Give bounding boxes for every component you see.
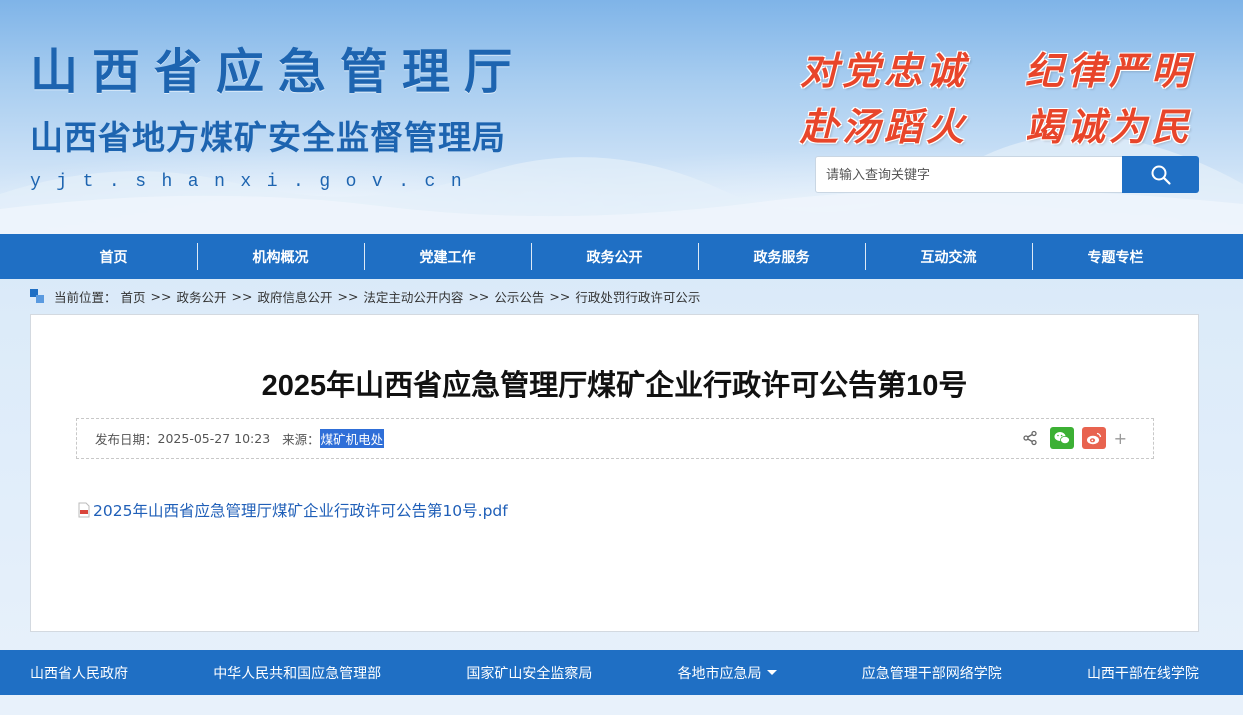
breadcrumb-separator: >>: [150, 288, 172, 304]
attachment-link[interactable]: 2025年山西省应急管理厅煤矿企业行政许可公告第10号.pdf: [77, 499, 508, 521]
pdf-icon: [78, 502, 90, 518]
slogan-3: 赴汤蹈火: [800, 104, 969, 149]
footer-link-emergency-academy[interactable]: 应急管理干部网络学院: [862, 663, 1002, 683]
footer-link-city-emergency-dropdown[interactable]: 各地市应急局: [678, 663, 777, 683]
weibo-icon[interactable]: [1081, 427, 1106, 449]
breadcrumb-announcements[interactable]: 公示公告: [494, 287, 544, 306]
breadcrumb-penalty-license[interactable]: 行政处罚行政许可公示: [575, 287, 700, 306]
footer-link-city-emergency: 各地市应急局: [677, 665, 762, 682]
breadcrumb-gov-info[interactable]: 政府信息公开: [257, 287, 332, 306]
article-meta: 发布日期： 2025-05-27 10:23 来源： 煤矿机电处 +: [76, 418, 1154, 459]
date-label: 发布日期：: [95, 432, 158, 447]
footer-link-mem[interactable]: 中华人民共和国应急管理部: [213, 663, 381, 683]
site-url: yjt.shanxi.gov.cn: [30, 172, 478, 192]
footer-link-shanxi-gov[interactable]: 山西省人民政府: [30, 663, 128, 683]
breadcrumb-home[interactable]: 首页: [121, 287, 146, 306]
search-input[interactable]: [815, 156, 1123, 193]
share-icon[interactable]: [1018, 427, 1042, 449]
breadcrumb-separator: >>: [468, 288, 490, 304]
breadcrumb-separator: >>: [549, 288, 571, 304]
article-card: 2025年山西省应急管理厅煤矿企业行政许可公告第10号 发布日期： 2025-0…: [30, 314, 1199, 632]
breadcrumb-statutory-content[interactable]: 法定主动公开内容: [363, 287, 463, 306]
nav-item-government-affairs[interactable]: 政务公开: [531, 234, 698, 279]
nav-item-party-building[interactable]: 党建工作: [364, 234, 531, 279]
slogan-4: 竭诚为民: [1025, 104, 1194, 149]
source-label: 来源：: [282, 432, 320, 447]
breadcrumb: 当前位置： 首页 >> 政务公开 >> 政府信息公开 >> 法定主动公开内容 >…: [30, 287, 700, 305]
breadcrumb-prefix: 当前位置：: [54, 289, 117, 305]
footer-link-shanxi-cadre-online[interactable]: 山西干部在线学院: [1087, 663, 1199, 683]
location-icon: [30, 289, 44, 303]
attachment-filename[interactable]: 2025年山西省应急管理厅煤矿企业行政许可公告第10号.pdf: [93, 499, 508, 521]
breadcrumb-government-affairs[interactable]: 政务公开: [176, 287, 226, 306]
wechat-icon[interactable]: [1049, 427, 1074, 449]
nav-item-organization[interactable]: 机构概况: [197, 234, 364, 279]
site-subtitle: 山西省地方煤矿安全监督管理局: [30, 118, 506, 157]
nav-item-home[interactable]: 首页: [30, 234, 197, 279]
article-title: 2025年山西省应急管理厅煤矿企业行政许可公告第10号: [261, 370, 968, 402]
plus-icon[interactable]: +: [1114, 429, 1127, 448]
publish-date: 2025-05-27 10:23: [157, 431, 271, 446]
caret-down-icon: [766, 670, 777, 675]
nav-item-interaction[interactable]: 互动交流: [865, 234, 1032, 279]
search-button[interactable]: [1122, 156, 1199, 193]
footer-link-mine-safety[interactable]: 国家矿山安全监察局: [466, 663, 592, 683]
site-title: 山西省应急管理厅: [30, 44, 527, 100]
breadcrumb-separator: >>: [231, 288, 253, 304]
search-icon: [1151, 165, 1171, 185]
breadcrumb-separator: >>: [337, 288, 359, 304]
main-nav: 首页 机构概况 党建工作 政务公开 政务服务 互动交流 专题专栏: [0, 234, 1243, 279]
slogan-2: 纪律严明: [1025, 48, 1194, 93]
footer-links: 山西省人民政府 中华人民共和国应急管理部 国家矿山安全监察局 各地市应急局 应急…: [0, 650, 1243, 695]
source-value[interactable]: 煤矿机电处: [319, 429, 385, 448]
site-header: 山西省应急管理厅 山西省地方煤矿安全监督管理局 yjt.shanxi.gov.c…: [0, 0, 1243, 234]
nav-item-government-services[interactable]: 政务服务: [698, 234, 865, 279]
nav-item-topics[interactable]: 专题专栏: [1032, 234, 1199, 279]
slogan-1: 对党忠诚: [800, 48, 969, 93]
share-toolbar: +: [1018, 427, 1127, 449]
